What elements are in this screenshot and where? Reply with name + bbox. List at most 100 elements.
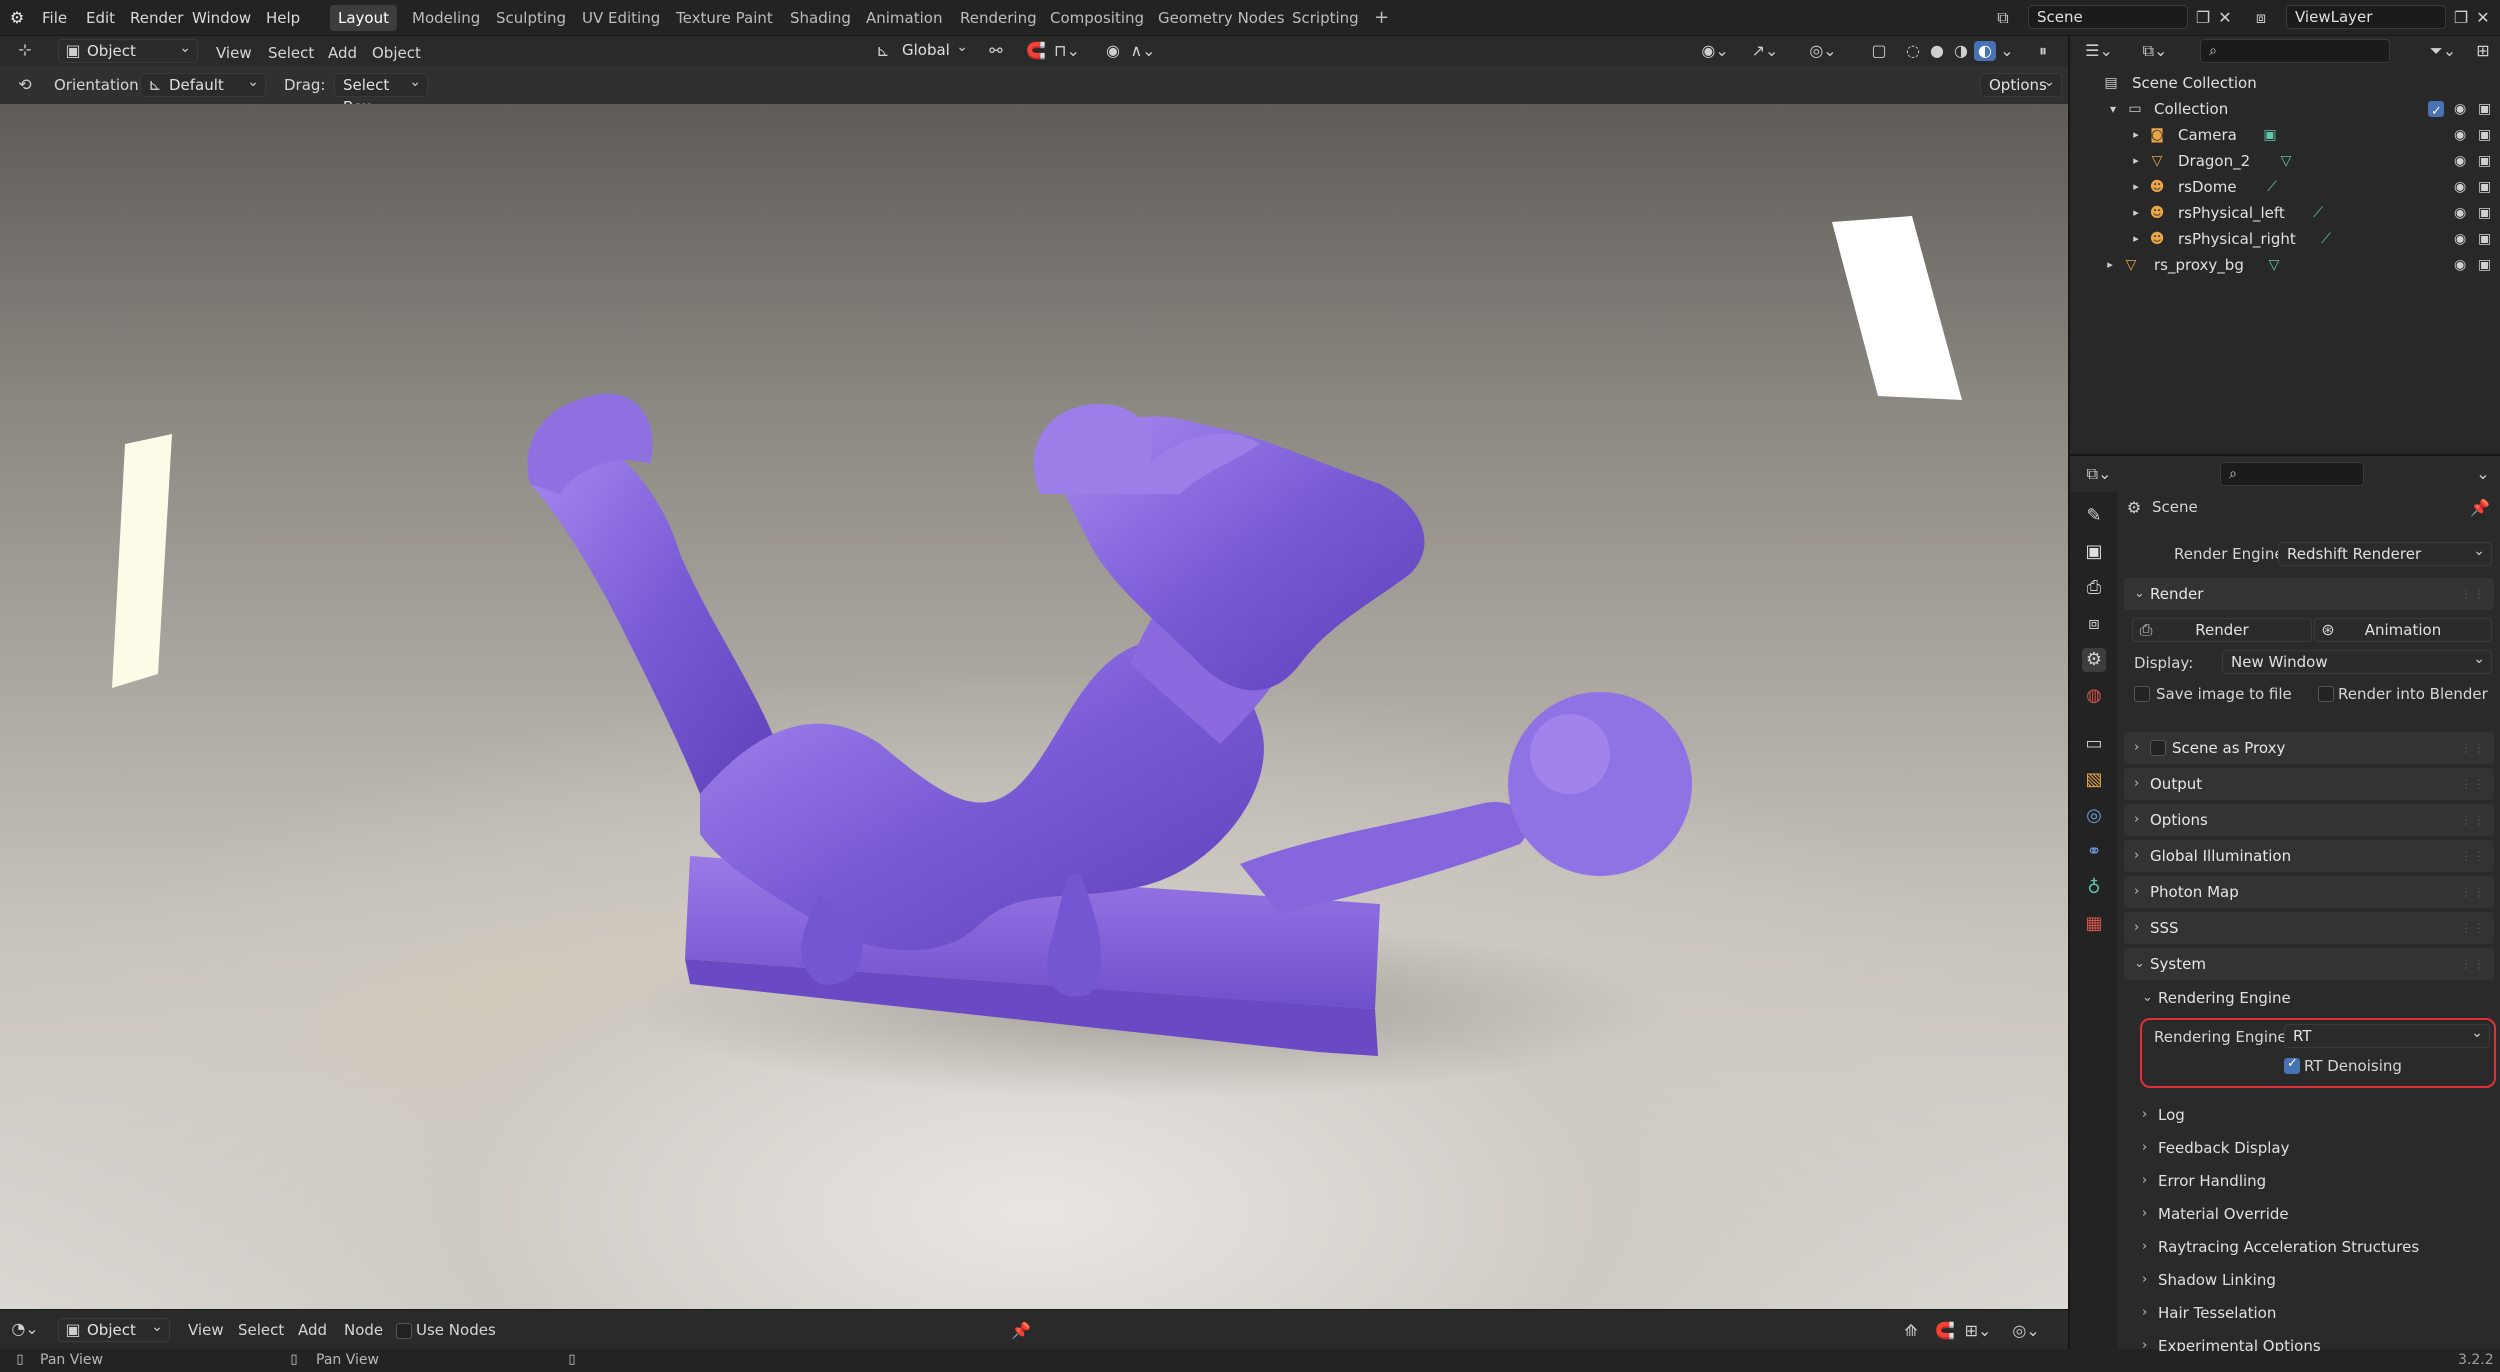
drag-dropdown[interactable]: Select Box	[334, 71, 428, 116]
tab-scripting[interactable]: Scripting	[1284, 5, 1367, 31]
section-global-illumination[interactable]: › Global Illumination ⋮⋮	[2124, 840, 2494, 872]
bottom-menu-select[interactable]: Select	[238, 1319, 284, 1341]
properties-options-icon[interactable]: ⌄	[2474, 464, 2492, 484]
menu-select[interactable]: Select	[268, 42, 314, 64]
3d-viewport[interactable]	[0, 104, 2068, 1309]
gizmo-icon[interactable]: ↗⌄	[1750, 41, 1780, 61]
eye-icon[interactable]: ◉	[2454, 96, 2466, 122]
bottom-snap-icon[interactable]: 🧲	[1934, 1321, 1956, 1341]
subsection-feedback-display[interactable]: › Feedback Display	[2142, 1133, 2492, 1163]
close-layer-icon[interactable]: ✕	[2474, 8, 2492, 28]
drag-grip-icon[interactable]: ⋮⋮	[2460, 948, 2486, 980]
use-nodes-checkbox[interactable]	[396, 1323, 412, 1339]
copy-scene-icon[interactable]: ❐	[2192, 8, 2214, 28]
tab-rendering[interactable]: Rendering	[952, 5, 1045, 31]
save-image-checkbox[interactable]	[2134, 686, 2150, 702]
outliner-search-input[interactable]: ⌕	[2200, 39, 2390, 63]
render-into-blender-checkbox[interactable]	[2318, 686, 2334, 702]
area-light-left[interactable]	[112, 434, 172, 688]
subsection-rendering-engine[interactable]: ⌄ Rendering Engine	[2142, 983, 2492, 1013]
expand-arrow-icon[interactable]: ▸	[2130, 125, 2142, 145]
tab-modeling[interactable]: Modeling	[404, 5, 488, 31]
eye-icon[interactable]: ◉	[2454, 122, 2466, 148]
menu-help[interactable]: Help	[260, 6, 306, 30]
add-workspace-button[interactable]: +	[1366, 5, 1397, 31]
scene-as-proxy-checkbox[interactable]	[2150, 740, 2166, 756]
subsection-shadow-linking[interactable]: › Shadow Linking	[2142, 1265, 2492, 1295]
camera-render-icon[interactable]: ▣	[2478, 174, 2491, 200]
dragon-pearl[interactable]	[1508, 692, 1692, 876]
pin-properties-icon[interactable]: 📌	[2470, 498, 2490, 518]
section-output[interactable]: › Output ⋮⋮	[2124, 768, 2494, 800]
subsection-hair-tesselation[interactable]: › Hair Tesselation	[2142, 1298, 2492, 1328]
collection-tab-icon[interactable]: ▭	[2082, 732, 2106, 756]
falloff-icon[interactable]: ∧⌄	[1128, 41, 1158, 61]
drag-grip-icon[interactable]: ⋮⋮	[2460, 578, 2486, 610]
view-layer-icon[interactable]: ⧈	[2248, 8, 2274, 28]
shading-options-icon[interactable]: ⌄	[1998, 41, 2016, 61]
output-tab-icon[interactable]: ⎙	[2082, 576, 2106, 600]
dragon-tail[interactable]	[530, 432, 780, 809]
tab-compositing[interactable]: Compositing	[1042, 5, 1152, 31]
expand-arrow-icon[interactable]: ▸	[2104, 255, 2116, 275]
bottom-tool-icon-1[interactable]: ⟰	[1900, 1321, 1922, 1341]
section-system[interactable]: ⌄ System ⋮⋮	[2124, 948, 2494, 980]
tab-sculpting[interactable]: Sculpting	[488, 5, 574, 31]
menu-render[interactable]: Render	[124, 6, 189, 30]
menu-add[interactable]: Add	[328, 42, 357, 64]
material-shading-icon[interactable]: ◑	[1950, 41, 1972, 61]
menu-file[interactable]: File	[36, 6, 73, 30]
xray-icon[interactable]: ▢	[1868, 41, 1890, 61]
modifier-tab-icon[interactable]: ◎	[2082, 804, 2106, 828]
outliner-collection[interactable]: ▾ ▭ Collection ◉ ▣	[2070, 96, 2500, 125]
outliner-item[interactable]: ▸ ▽ Dragon_2 ▽ ◉ ▣	[2070, 148, 2500, 174]
visibility-icon[interactable]: ◉⌄	[1700, 41, 1730, 61]
bottom-object-dropdown[interactable]: ▣ Object	[58, 1316, 170, 1342]
tab-layout[interactable]: Layout	[330, 5, 397, 31]
subsection-material-override[interactable]: › Material Override	[2142, 1199, 2492, 1229]
overlay-icon[interactable]: ◎⌄	[1808, 41, 1838, 61]
tool-settings-icon[interactable]: ⟲	[14, 75, 36, 95]
outliner-item[interactable]: ▸ ☻ rsDome ⟋ ◉ ▣	[2070, 174, 2500, 200]
view-layer-tab-icon[interactable]: ⧈	[2082, 612, 2106, 636]
area-light-right[interactable]	[1832, 216, 1962, 400]
transform-orientation-dropdown[interactable]: Global	[894, 36, 974, 63]
expand-arrow-icon[interactable]: ▸	[2130, 151, 2142, 171]
constraint-tab-icon[interactable]: ⚭	[2082, 840, 2106, 864]
outliner-item[interactable]: ▸ ☻ rsPhysical_right ⟋ ◉ ▣	[2070, 226, 2500, 252]
outliner-display-icon[interactable]: ⧉⌄	[2138, 41, 2172, 61]
scene-tab-icon[interactable]: ⚙	[2082, 648, 2106, 672]
section-scene-as-proxy[interactable]: › Scene as Proxy ⋮⋮	[2124, 732, 2494, 764]
tab-animation[interactable]: Animation	[858, 5, 950, 31]
drag-grip-icon[interactable]: ⋮⋮	[2460, 876, 2486, 908]
blender-logo-icon[interactable]: ⚙	[6, 8, 28, 28]
subsection-experimental[interactable]: › Experimental Options	[2142, 1331, 2492, 1351]
menu-edit[interactable]: Edit	[80, 6, 121, 30]
section-render[interactable]: ⌄ Render ⋮⋮	[2124, 578, 2494, 610]
pause-render-icon[interactable]: ⏸	[2032, 41, 2054, 61]
bottom-menu-add[interactable]: Add	[298, 1319, 327, 1341]
snap-target-icon[interactable]: ⊓⌄	[1052, 41, 1082, 61]
wireframe-shading-icon[interactable]: ◌	[1902, 41, 1924, 61]
data-tab-icon[interactable]: ♁	[2082, 876, 2106, 900]
outliner-item[interactable]: ▸ ☻ rsPhysical_left ⟋ ◉ ▣	[2070, 200, 2500, 226]
section-photon-map[interactable]: › Photon Map ⋮⋮	[2124, 876, 2494, 908]
options-dropdown[interactable]: Options	[1980, 71, 2062, 97]
expand-arrow-icon[interactable]: ▸	[2130, 203, 2142, 223]
bottom-grid-icon[interactable]: ⊞⌄	[1962, 1321, 1994, 1341]
tab-uv-editing[interactable]: UV Editing	[574, 5, 668, 31]
copy-layer-icon[interactable]: ❐	[2450, 8, 2472, 28]
menu-view[interactable]: View	[216, 42, 252, 64]
drag-grip-icon[interactable]: ⋮⋮	[2460, 804, 2486, 836]
collapse-arrow-icon[interactable]: ▾	[2106, 99, 2120, 119]
snap-icon[interactable]: 🧲	[1024, 41, 1048, 61]
section-options[interactable]: › Options ⋮⋮	[2124, 804, 2494, 836]
render-engine-dropdown[interactable]: Redshift Renderer	[2278, 540, 2492, 566]
camera-render-icon[interactable]: ▣	[2478, 200, 2491, 226]
collection-enable-checkbox[interactable]	[2428, 99, 2444, 125]
solid-shading-icon[interactable]: ●	[1926, 41, 1948, 61]
camera-render-icon[interactable]: ▣	[2478, 148, 2491, 174]
tool-tab-icon[interactable]: ✎	[2082, 504, 2106, 528]
tab-texture-paint[interactable]: Texture Paint	[668, 5, 781, 31]
bottom-editor-type-icon[interactable]: ◔⌄	[10, 1319, 40, 1339]
